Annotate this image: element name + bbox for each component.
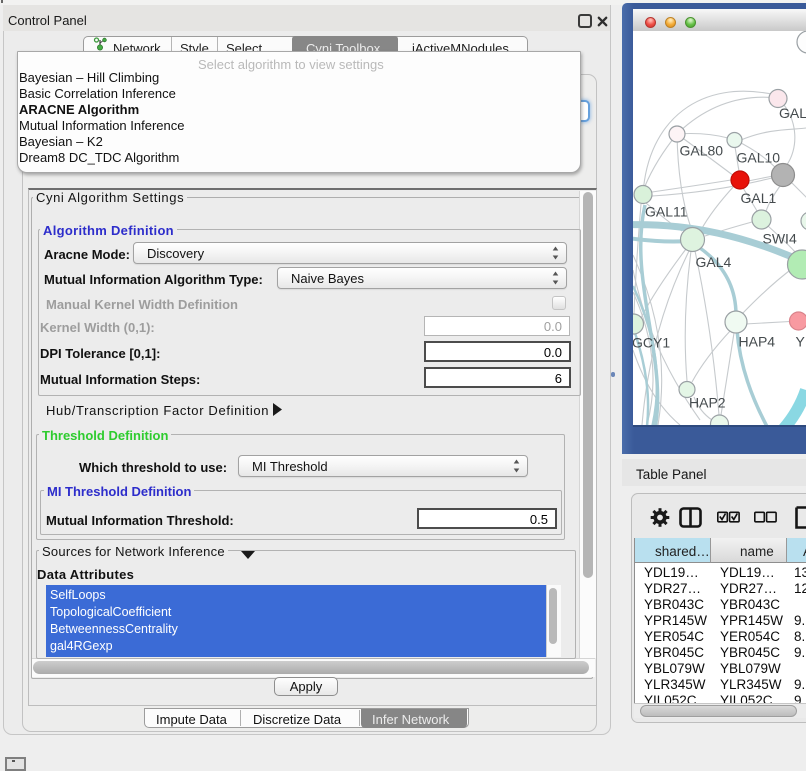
svg-text:GAL4: GAL4 [696,254,732,270]
svg-text:GAL10: GAL10 [737,150,781,166]
svg-text:GAL11: GAL11 [645,204,688,220]
svg-text:GAL1: GAL1 [741,190,777,206]
svg-text:GCY1: GCY1 [633,335,670,351]
svg-text:GAL80: GAL80 [680,143,724,159]
svg-text:Y: Y [796,334,806,350]
svg-text:SWI4: SWI4 [763,231,797,247]
svg-text:GAL: GAL [779,105,806,121]
svg-text:HAP4: HAP4 [739,334,776,350]
svg-text:HAP2: HAP2 [689,395,726,411]
